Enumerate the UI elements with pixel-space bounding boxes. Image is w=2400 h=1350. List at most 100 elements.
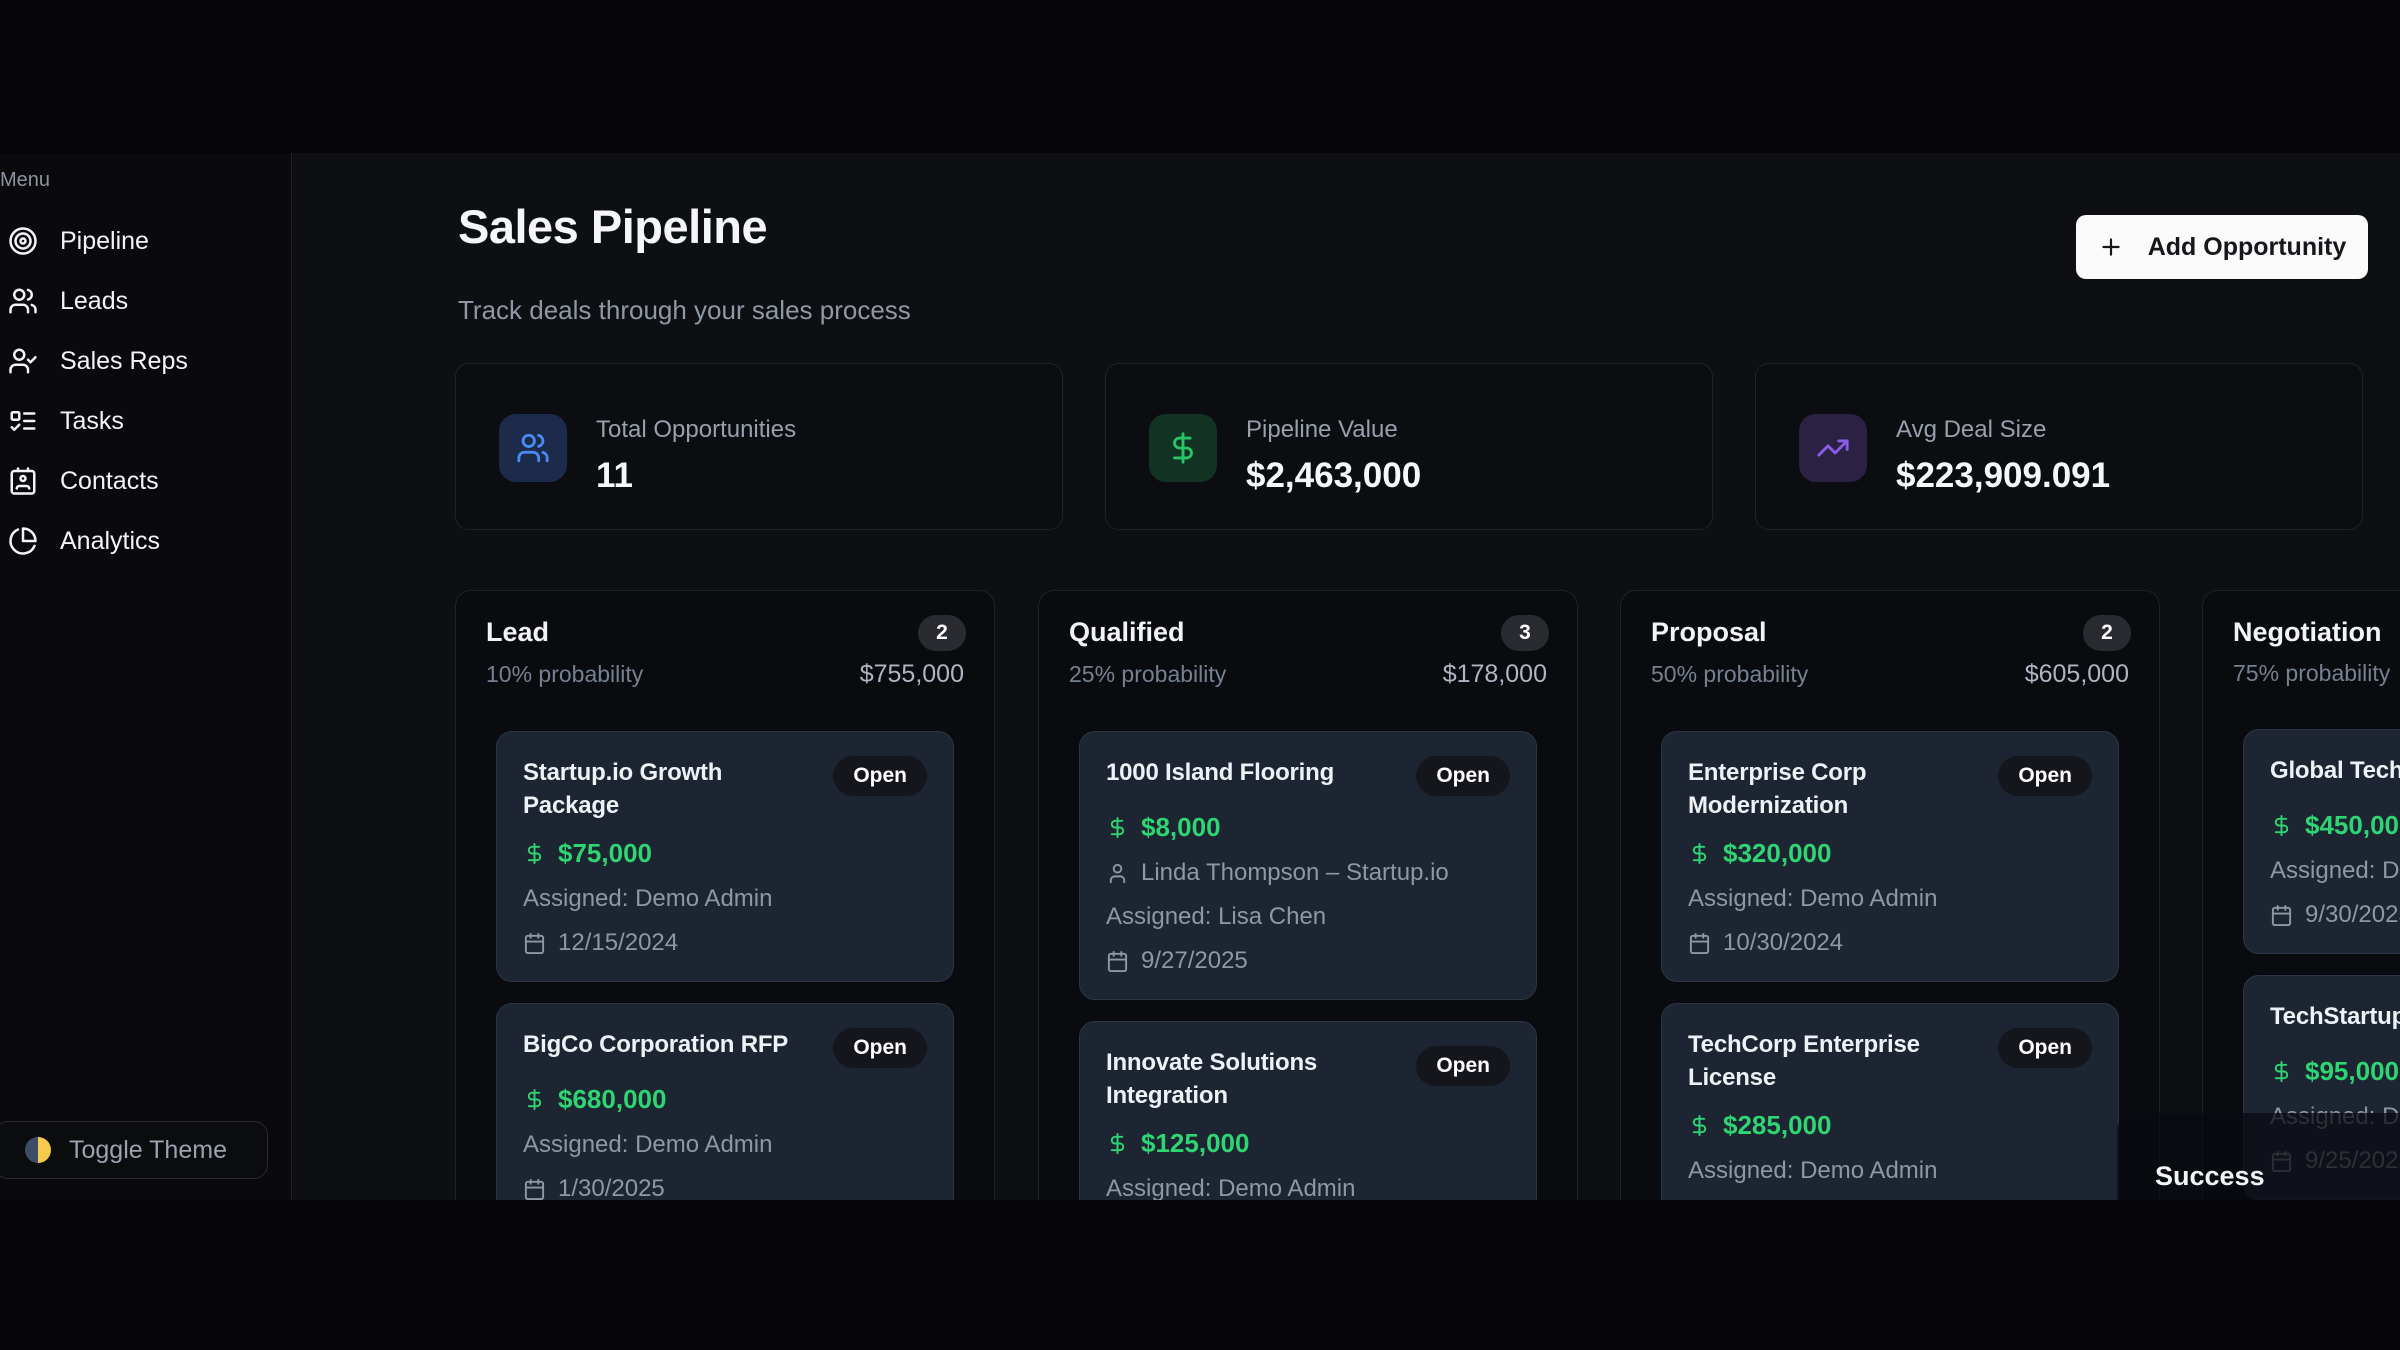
column-probability: 25% probability (1069, 661, 1226, 688)
opportunity-card[interactable]: 1000 Island Flooring Open $8,000 Linda Th… (1079, 731, 1537, 1000)
column-probability: 75% probability (2233, 660, 2390, 687)
list-todo-icon (8, 406, 38, 436)
column-probability: 50% probability (1651, 661, 1808, 688)
column-lead: Lead2 10% probability $755,000 Startup.i… (455, 590, 995, 1200)
opportunity-title: BigCo Corporation RFP (523, 1028, 788, 1061)
user-check-icon (8, 346, 38, 376)
column-probability: 10% probability (486, 661, 643, 688)
column-qualified: Qualified3 25% probability $178,000 1000… (1038, 590, 1578, 1200)
app-window: Menu Pipeline Leads Sales Reps Tasks Contact… (0, 153, 2400, 1200)
status-badge: Open (833, 1028, 927, 1068)
opportunity-title: 1000 Island Flooring (1106, 756, 1334, 789)
user-icon (1106, 862, 1129, 885)
stat-label: Pipeline Value (1246, 416, 1398, 444)
opportunity-card[interactable]: Innovate Solutions Integration Open $125… (1079, 1021, 1537, 1200)
calendar-icon (523, 932, 546, 955)
calendar-icon (1106, 950, 1129, 973)
moon-icon (25, 1137, 51, 1163)
opportunity-value: $285,000 (1723, 1110, 1831, 1141)
column-total-value: $755,000 (860, 660, 964, 689)
opportunity-date: 10/30/2024 (1723, 929, 1843, 957)
toast-title: Success (2155, 1161, 2265, 1192)
column-header: Qualified3 25% probability $178,000 (1039, 591, 1577, 689)
opportunity-card[interactable]: BigCo Corporation RFP Open $680,000Assig… (496, 1003, 954, 1200)
column-header: Lead2 10% probability $755,000 (456, 591, 994, 689)
toggle-theme-button[interactable]: Toggle Theme (0, 1121, 268, 1179)
page-title: Sales Pipeline (458, 199, 767, 254)
opportunity-card[interactable]: Startup.io Growth Package Open $75,000As… (496, 731, 954, 982)
add-opportunity-button[interactable]: Add Opportunity (2076, 215, 2368, 279)
column-total-value: $605,000 (2025, 660, 2129, 689)
opportunity-date: 1/30/2025 (558, 1175, 665, 1200)
stat-value: $2,463,000 (1246, 456, 1421, 496)
opportunity-contact: Linda Thompson – Startup.io (1141, 859, 1449, 887)
opportunity-assigned: Assigned: Demo Admin (2270, 857, 2400, 885)
opportunity-value: $8,000 (1141, 812, 1221, 843)
opportunity-assigned: Assigned: Lisa Chen (1106, 903, 1326, 931)
column-header: Proposal2 50% probability $605,000 (1621, 591, 2159, 689)
calendar-icon (523, 1178, 546, 1200)
opportunity-card[interactable]: Global Tech Solutions Open $450,000Assig… (2243, 729, 2400, 954)
users-icon (8, 286, 38, 316)
opportunity-assigned: Assigned: Demo Admin (1688, 1157, 1937, 1185)
sidebar-menu-label: Menu (0, 169, 50, 192)
sidebar-nav: Pipeline Leads Sales Reps Tasks Contacts Anal… (0, 211, 291, 571)
opportunity-title: Innovate Solutions Integration (1106, 1046, 1402, 1112)
calendar-icon (1688, 932, 1711, 955)
sidebar-item-contacts[interactable]: Contacts (0, 451, 291, 511)
opportunity-card[interactable]: TechCorp Enterprise License Open $285,00… (1661, 1003, 2119, 1200)
dollar-icon (1106, 1132, 1129, 1155)
status-badge: Open (833, 756, 927, 796)
opportunity-assigned: Assigned: Demo Admin (1106, 1175, 1355, 1200)
dollar-icon (1106, 816, 1129, 839)
dollar-icon (523, 842, 546, 865)
opportunity-title: TechCorp Enterprise License (1688, 1028, 1984, 1094)
column-title: Proposal (1651, 617, 2129, 648)
calendar-icon (2270, 904, 2293, 927)
column-cards: 1000 Island Flooring Open $8,000 Linda Th… (1039, 731, 1577, 1200)
sidebar: Menu Pipeline Leads Sales Reps Tasks Contact… (0, 153, 292, 1200)
sidebar-item-sales-reps[interactable]: Sales Reps (0, 331, 291, 391)
column-count-badge: 3 (1501, 615, 1549, 651)
toggle-theme-label: Toggle Theme (69, 1136, 227, 1165)
page-subtitle: Track deals through your sales process (458, 295, 911, 326)
users-icon (516, 431, 550, 465)
column-title: Negotiation (2233, 617, 2400, 648)
stat-label: Total Opportunities (596, 416, 796, 444)
status-badge: Open (1998, 1028, 2092, 1068)
dollar-icon (1688, 842, 1711, 865)
sidebar-item-label: Pipeline (60, 227, 149, 256)
dollar-icon (1166, 431, 1200, 465)
opportunity-value: $125,000 (1141, 1128, 1249, 1159)
column-title: Lead (486, 617, 964, 648)
sidebar-item-label: Tasks (60, 407, 124, 436)
column-proposal: Proposal2 50% probability $605,000 Enter… (1620, 590, 2160, 1200)
status-badge: Open (1416, 756, 1510, 796)
opportunity-value: $75,000 (558, 838, 652, 869)
column-cards: Startup.io Growth Package Open $75,000As… (456, 731, 994, 1200)
pie-chart-icon (8, 526, 38, 556)
dollar-icon (523, 1088, 546, 1111)
sidebar-item-tasks[interactable]: Tasks (0, 391, 291, 451)
stat-label: Avg Deal Size (1896, 416, 2046, 444)
opportunity-card[interactable]: Enterprise Corp Modernization Open $320,… (1661, 731, 2119, 982)
add-opportunity-label: Add Opportunity (2148, 233, 2347, 262)
opportunity-date: 9/27/2025 (1141, 947, 1248, 975)
sidebar-item-pipeline[interactable]: Pipeline (0, 211, 291, 271)
contact-icon (8, 466, 38, 496)
opportunity-date: 9/30/2025 (2305, 901, 2400, 929)
column-total-value: $178,000 (1443, 660, 1547, 689)
sidebar-item-label: Contacts (60, 467, 159, 496)
column-count-badge: 2 (918, 615, 966, 651)
opportunity-value: $320,000 (1723, 838, 1831, 869)
sidebar-item-label: Sales Reps (60, 347, 188, 376)
stat-card-avg-deal-size: Avg Deal Size$223,909.091 (1755, 363, 2363, 530)
sidebar-item-analytics[interactable]: Analytics (0, 511, 291, 571)
opportunity-value: $680,000 (558, 1084, 666, 1115)
stat-icon-tile (1799, 414, 1867, 482)
column-count-badge: 2 (2083, 615, 2131, 651)
sidebar-item-leads[interactable]: Leads (0, 271, 291, 331)
stat-icon-tile (1149, 414, 1217, 482)
column-title: Qualified (1069, 617, 1547, 648)
opportunity-title: Enterprise Corp Modernization (1688, 756, 1984, 822)
